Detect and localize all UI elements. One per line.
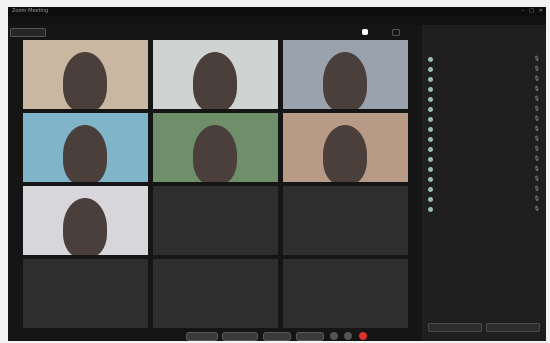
video-tile[interactable]	[153, 113, 278, 182]
avatar	[428, 77, 433, 82]
avatar	[428, 177, 433, 182]
participant-row[interactable]: 🎙	[428, 66, 544, 73]
avatar	[428, 117, 433, 122]
avatar	[428, 67, 433, 72]
avatar	[428, 167, 433, 172]
meeting-pill[interactable]	[10, 28, 46, 37]
invite-button[interactable]	[428, 323, 482, 332]
video-tile[interactable]	[23, 113, 148, 182]
participant-row[interactable]: 🎙	[428, 86, 544, 93]
mic-icon[interactable]: 🎙	[534, 86, 540, 92]
mic-icon[interactable]: 🎙	[534, 116, 540, 122]
mute-all-button[interactable]	[486, 323, 540, 332]
avatar	[428, 197, 433, 202]
video-tile[interactable]	[153, 259, 278, 328]
video-tile[interactable]	[23, 40, 148, 109]
video-tile[interactable]	[283, 259, 408, 328]
window-title: Zoom Meeting	[12, 8, 49, 14]
participant-row[interactable]: 🎙	[428, 146, 544, 153]
video-button[interactable]	[222, 332, 258, 341]
video-tile[interactable]	[283, 186, 408, 255]
avatar	[428, 147, 433, 152]
avatar	[428, 157, 433, 162]
participant-photo	[63, 52, 107, 109]
share-button[interactable]	[263, 332, 291, 341]
maximize-button[interactable]: □	[529, 8, 534, 14]
participant-row[interactable]: 🎙	[428, 126, 544, 133]
participant-row[interactable]: 🎙	[428, 56, 544, 63]
video-tile[interactable]	[283, 40, 408, 109]
mic-icon[interactable]: 🎙	[534, 176, 540, 182]
end-call-icon[interactable]	[359, 332, 367, 340]
reactions-icon[interactable]	[330, 332, 338, 340]
participant-row[interactable]: 🎙	[428, 156, 544, 163]
video-tile[interactable]	[153, 186, 278, 255]
participant-row[interactable]: 🎙	[428, 206, 544, 213]
mic-icon[interactable]: 🎙	[534, 206, 540, 212]
fullscreen-button[interactable]	[392, 29, 400, 36]
mute-button[interactable]	[186, 332, 218, 341]
video-tile[interactable]	[283, 113, 408, 182]
close-button[interactable]: ✕	[539, 8, 543, 14]
avatar	[428, 107, 433, 112]
mic-icon[interactable]: 🎙	[534, 156, 540, 162]
mic-icon[interactable]: 🎙	[534, 136, 540, 142]
mic-icon[interactable]: 🎙	[534, 96, 540, 102]
video-tile[interactable]	[23, 259, 148, 328]
mic-icon[interactable]: 🎙	[534, 146, 540, 152]
avatar	[428, 137, 433, 142]
zoom-window: Zoom Meeting – □ ✕ 🎙🎙🎙🎙🎙🎙🎙🎙�	[8, 7, 546, 341]
participant-row[interactable]: 🎙	[428, 176, 544, 183]
video-tile[interactable]	[153, 40, 278, 109]
participants-panel: 🎙 🎙 🎙 🎙 🎙 🎙 🎙 🎙 🎙 🎙 🎙 🎙 🎙 🎙 🎙 🎙	[422, 25, 546, 341]
avatar	[428, 127, 433, 132]
video-tile[interactable]	[23, 186, 148, 255]
participant-photo	[193, 125, 237, 182]
meeting-toolbar	[8, 16, 546, 25]
avatar	[428, 207, 433, 212]
panel-footer	[422, 317, 546, 341]
participant-photo	[63, 198, 107, 255]
participant-row[interactable]: 🎙	[428, 136, 544, 143]
participant-row[interactable]: 🎙	[428, 166, 544, 173]
record-button[interactable]	[296, 332, 324, 341]
avatar	[428, 187, 433, 192]
participant-row[interactable]: 🎙	[428, 186, 544, 193]
view-button[interactable]	[362, 29, 368, 35]
title-bar: Zoom Meeting – □ ✕	[8, 7, 546, 16]
participant-row[interactable]: 🎙	[428, 106, 544, 113]
mic-icon[interactable]: 🎙	[534, 106, 540, 112]
participant-row[interactable]: 🎙	[428, 96, 544, 103]
avatar	[428, 97, 433, 102]
mic-icon[interactable]: 🎙	[534, 56, 540, 62]
mic-icon[interactable]: 🎙	[534, 186, 540, 192]
more-icon[interactable]	[344, 332, 352, 340]
mic-icon[interactable]: 🎙	[534, 166, 540, 172]
participant-photo	[63, 125, 107, 182]
mic-icon[interactable]: 🎙	[534, 196, 540, 202]
participant-photo	[323, 52, 367, 109]
mic-icon[interactable]: 🎙	[534, 66, 540, 72]
meeting-controls	[8, 329, 418, 341]
participant-row[interactable]: 🎙	[428, 116, 544, 123]
screen: Zoom Meeting – □ ✕ 🎙🎙🎙🎙🎙🎙🎙🎙�	[0, 0, 550, 343]
mic-icon[interactable]: 🎙	[534, 76, 540, 82]
minimize-button[interactable]: –	[522, 8, 525, 14]
participant-photo	[193, 52, 237, 109]
avatar	[428, 87, 433, 92]
avatar	[428, 57, 433, 62]
participant-photo	[323, 125, 367, 182]
participant-row[interactable]: 🎙	[428, 76, 544, 83]
mic-icon[interactable]: 🎙	[534, 126, 540, 132]
video-grid	[23, 40, 408, 328]
participant-row[interactable]: 🎙	[428, 196, 544, 203]
view-bar	[8, 27, 418, 37]
